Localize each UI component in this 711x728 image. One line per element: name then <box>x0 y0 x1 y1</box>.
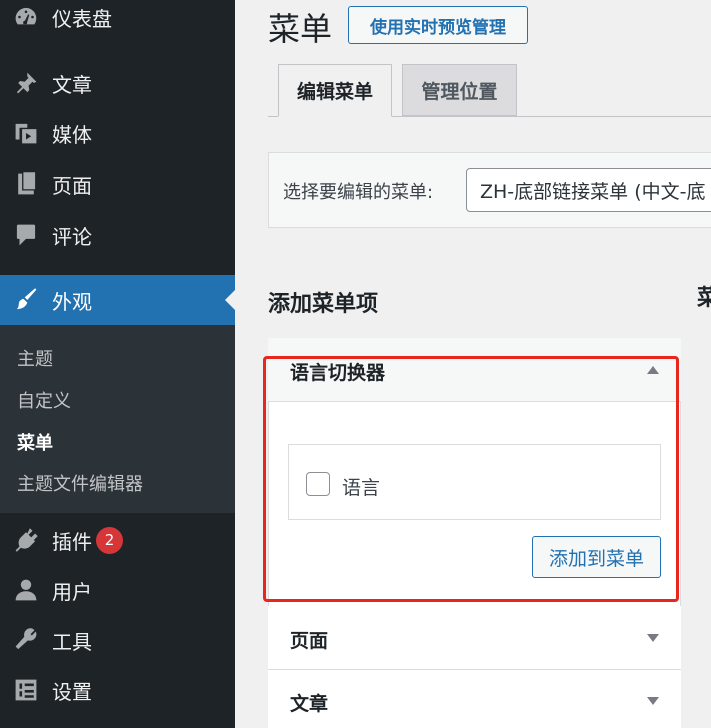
tab-manage-locations[interactable]: 管理位置 <box>402 64 517 116</box>
sidebar-item-tools[interactable]: 工具 <box>0 615 235 665</box>
sidebar-item-plugins[interactable]: 插件 2 <box>0 515 235 565</box>
comment-icon <box>12 221 40 249</box>
sidebar-item-label: 文章 <box>52 72 92 97</box>
submenu-item-themes[interactable]: 主题 <box>17 345 53 371</box>
submenu-item-menus[interactable]: 菜单 <box>17 429 53 455</box>
expand-arrow-icon[interactable] <box>647 697 659 705</box>
sidebar-item-label: 插件 <box>52 529 92 554</box>
menu-structure-heading-fragment: 菜 <box>697 286 711 311</box>
sidebar-item-posts[interactable]: 文章 <box>0 58 235 108</box>
submenu-item-customize[interactable]: 自定义 <box>17 387 71 413</box>
language-checkbox[interactable] <box>306 472 330 496</box>
collapse-arrow-icon[interactable] <box>647 366 659 374</box>
accordion-title: 语言切换器 <box>290 362 386 384</box>
pin-icon <box>12 69 40 97</box>
sidebar-item-label: 页面 <box>52 173 92 198</box>
admin-sidebar: 仪表盘 文章 媒体 页面 评论 外观 主题 自定义 菜单 主题文件编辑器 插件 … <box>0 0 235 728</box>
submenu-item-theme-file-editor[interactable]: 主题文件编辑器 <box>17 470 143 496</box>
sidebar-item-dashboard[interactable]: 仪表盘 <box>0 0 235 42</box>
tab-edit-menus[interactable]: 编辑菜单 <box>278 64 392 117</box>
page-icon <box>12 170 40 198</box>
accordion-section-posts[interactable]: 文章 <box>268 670 681 728</box>
sidebar-item-comments[interactable]: 评论 <box>0 210 235 260</box>
wrench-icon <box>12 626 40 654</box>
active-indicator <box>225 290 235 310</box>
sidebar-item-users[interactable]: 用户 <box>0 565 235 615</box>
update-count-badge: 2 <box>96 526 123 554</box>
appearance-submenu: 主题 自定义 菜单 主题文件编辑器 <box>0 325 235 513</box>
add-menu-items-heading: 添加菜单项 <box>268 292 379 317</box>
accordion-section-language-switcher[interactable]: 语言切换器 <box>268 338 681 402</box>
sidebar-item-label: 媒体 <box>52 122 92 147</box>
sidebar-item-label: 设置 <box>52 679 92 704</box>
sidebar-item-settings[interactable]: 设置 <box>0 665 235 715</box>
menu-select-label: 选择要编辑的菜单: <box>283 182 434 203</box>
settings-icon <box>12 676 40 704</box>
sidebar-item-pages[interactable]: 页面 <box>0 159 235 209</box>
media-icon <box>12 119 40 147</box>
sidebar-item-media[interactable]: 媒体 <box>0 108 235 158</box>
language-checkbox-label: 语言 <box>342 477 381 499</box>
user-icon <box>12 576 40 604</box>
accordion-section-pages[interactable]: 页面 <box>268 606 681 670</box>
sidebar-item-label: 外观 <box>52 289 92 314</box>
accordion-title: 页面 <box>290 630 329 652</box>
brush-icon <box>12 286 40 314</box>
accordion-title: 文章 <box>290 693 329 715</box>
page-title: 菜单 <box>268 10 333 48</box>
sidebar-item-label: 评论 <box>52 224 92 249</box>
dashboard-icon <box>12 3 40 31</box>
sidebar-item-label: 用户 <box>52 579 92 604</box>
sidebar-item-label: 仪表盘 <box>52 6 112 31</box>
add-to-menu-button[interactable]: 添加到菜单 <box>532 536 661 578</box>
sidebar-item-appearance[interactable]: 外观 <box>0 275 235 325</box>
expand-arrow-icon[interactable] <box>647 634 659 642</box>
live-preview-button[interactable]: 使用实时预览管理 <box>348 6 528 44</box>
plugin-icon <box>12 526 40 554</box>
sidebar-item-label: 工具 <box>52 629 92 654</box>
menu-select-dropdown[interactable]: ZH-底部链接菜单 (中文-底 <box>466 168 711 212</box>
